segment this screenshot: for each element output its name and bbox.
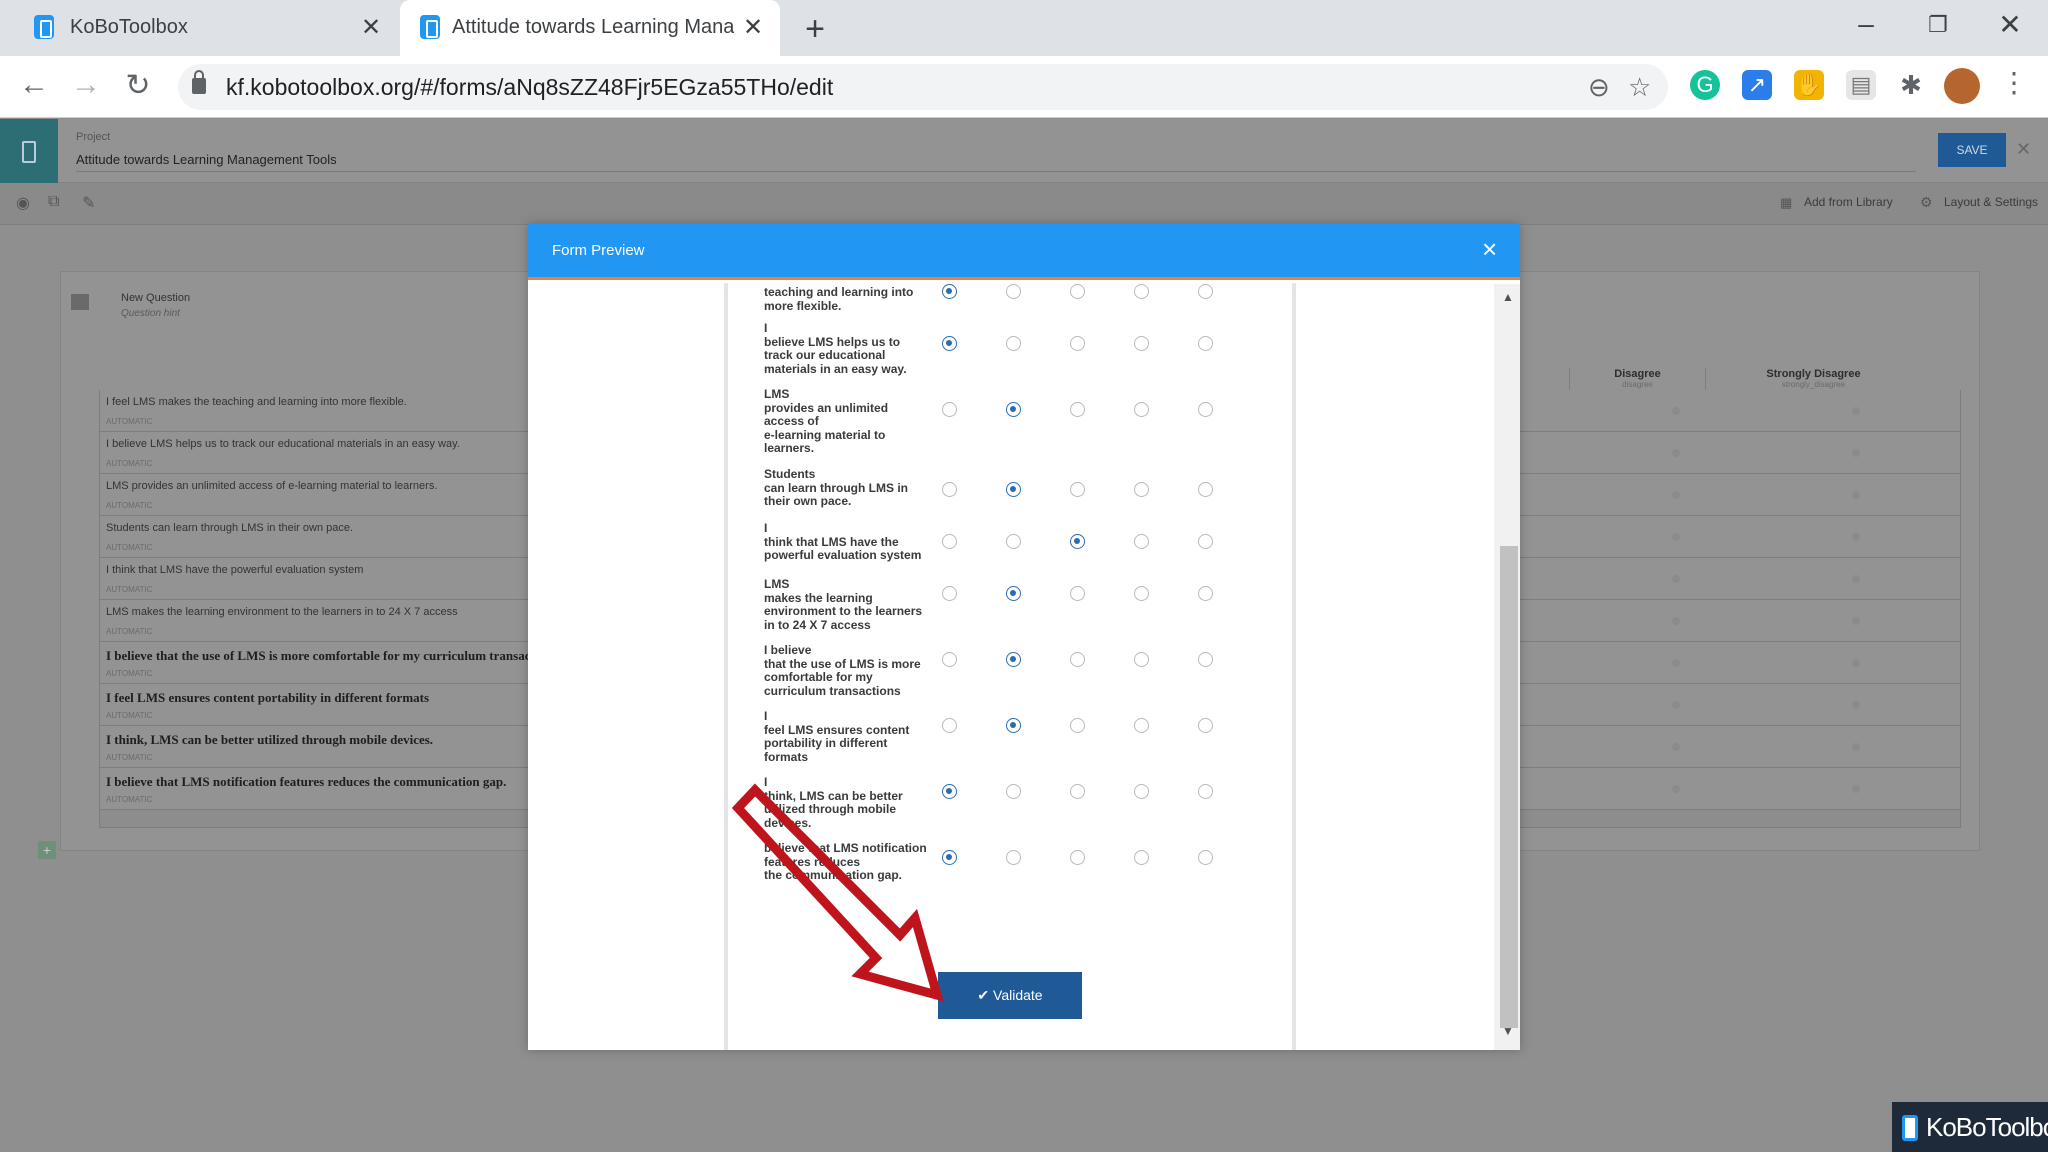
annotation-arrow-icon xyxy=(731,783,944,1002)
watermark-text: KoBoToolbox xyxy=(1926,1112,2048,1142)
kobo-logo-icon xyxy=(1902,1115,1918,1141)
kobotoolbox-watermark: KoBoToolbox xyxy=(1892,1102,2048,1152)
